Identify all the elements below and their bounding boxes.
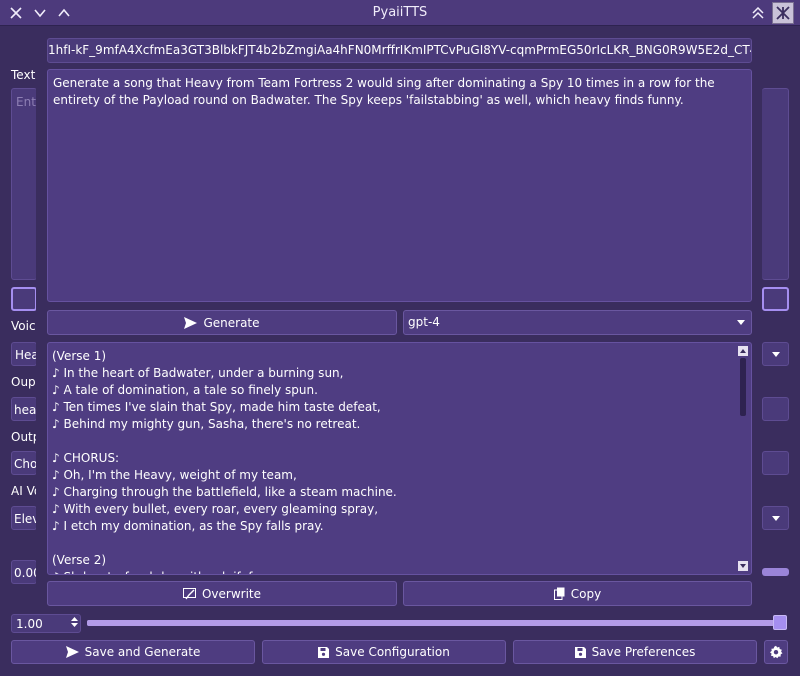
model-select[interactable]: gpt-4: [403, 310, 752, 335]
copy-button-label: Copy: [570, 586, 602, 601]
model-select-value: gpt-4: [408, 315, 440, 329]
number-input[interactable]: 0.00: [11, 560, 38, 584]
floppy-disk-icon: [574, 646, 586, 658]
text-input-right-edge[interactable]: [762, 88, 789, 280]
output-line: ♪ Ten times I've slain that Spy, made hi…: [52, 400, 381, 414]
speed-slider-fill: [87, 620, 787, 626]
output-line: ♪ CHORUS:: [52, 451, 120, 465]
output-line: ♪ Behind my mighty gun, Sasha, there's n…: [52, 417, 361, 431]
scroll-up-arrow-icon[interactable]: [738, 346, 748, 356]
output-type-select[interactable]: Cho: [11, 451, 37, 475]
overwrite-button-label: Overwrite: [201, 586, 262, 601]
title-bar: PyaiiTTS: [0, 0, 800, 26]
focused-field-right[interactable]: [762, 287, 789, 311]
generate-button-label: Generate: [203, 315, 260, 330]
chevron-down-icon: [772, 352, 780, 357]
output-line: ♪ A tale of domination, a tale so finely…: [52, 383, 318, 397]
generate-button[interactable]: Generate: [47, 310, 397, 335]
focused-field-left[interactable]: [11, 287, 37, 311]
generated-output-text[interactable]: (Verse 1) ♪ In the heart of Badwater, und…: [47, 342, 752, 575]
speed-slider[interactable]: [87, 620, 787, 626]
send-icon: [184, 316, 198, 329]
ai-voice-value: Elev: [14, 512, 38, 526]
gear-icon: [770, 645, 783, 659]
chevron-down-icon: [737, 320, 745, 325]
save-and-generate-button[interactable]: Save and Generate: [11, 640, 255, 664]
copy-button[interactable]: Copy: [403, 581, 752, 606]
output-filename-input-right[interactable]: [762, 397, 789, 421]
output-filename-value: heav: [14, 403, 38, 417]
api-key-input[interactable]: 1hfI-kF_9mfA4XcfmEa3GT3BlbkFJT4b2bZmgiAa…: [47, 38, 752, 63]
send-icon: [65, 646, 79, 658]
prompt-input[interactable]: Generate a song that Heavy from Team For…: [47, 69, 752, 302]
output-line: ♪ I etch my domination, as the Spy falls…: [52, 519, 324, 533]
edit-icon: [182, 587, 196, 599]
text-input-left-edge[interactable]: Ente: [11, 88, 43, 280]
save-preferences-button[interactable]: Save Preferences: [513, 640, 757, 664]
voice-select-dropdown[interactable]: [762, 342, 789, 366]
copy-icon: [553, 587, 565, 600]
save-preferences-label: Save Preferences: [591, 645, 696, 659]
floppy-disk-icon: [318, 646, 330, 658]
output-line: ♪ Sh-h-- -t-- f---- b-h-- --ith -- k-if-…: [52, 569, 733, 574]
output-filename-input[interactable]: heav: [11, 397, 38, 421]
settings-button[interactable]: [764, 640, 788, 664]
save-configuration-label: Save Configuration: [335, 645, 450, 659]
slider-right-edge[interactable]: [762, 568, 789, 576]
chatgpt-dialog: 1hfI-kF_9mfA4XcfmEa3GT3BlbkFJT4b2bZmgiAa…: [36, 27, 762, 609]
output-line: ♪ With every bullet, every roar, every g…: [52, 502, 379, 516]
double-chevron-up-icon[interactable]: [748, 3, 768, 23]
output-line: ♪ In the heart of Badwater, under a burn…: [52, 366, 344, 380]
voice-select-value: Hea: [15, 348, 37, 362]
output-type-select-right[interactable]: [762, 451, 789, 475]
output-type-value: Cho: [14, 457, 38, 471]
output-lines: (Verse 1) ♪ In the heart of Badwater, und…: [52, 348, 733, 574]
output-label: Oup: [11, 375, 36, 389]
ai-voice-select-dropdown[interactable]: [762, 506, 789, 530]
voice-select[interactable]: Hea: [11, 342, 37, 366]
speed-slider-handle[interactable]: [773, 615, 787, 630]
save-configuration-button[interactable]: Save Configuration: [262, 640, 506, 664]
scroll-down-arrow-icon[interactable]: [738, 561, 748, 571]
overwrite-button[interactable]: Overwrite: [47, 581, 397, 606]
window-title: PyaiiTTS: [372, 5, 428, 20]
output-line: (Verse 2): [52, 553, 107, 567]
app-logo-icon: [772, 2, 794, 24]
spin-down-icon[interactable]: [71, 622, 78, 628]
scroll-thumb[interactable]: [740, 358, 746, 416]
save-and-generate-label: Save and Generate: [84, 645, 201, 659]
speed-value: 1.00: [16, 617, 43, 631]
ai-voice-select[interactable]: Elev: [11, 506, 38, 530]
output-scrollbar[interactable]: [736, 344, 750, 573]
output-line: ♪ Oh, I'm the Heavy, weight of my team,: [52, 468, 297, 482]
number-input-value: 0.00: [14, 566, 38, 580]
output-line: (Verse 1): [52, 349, 107, 363]
output-line: ♪ Charging through the battlefield, like…: [52, 485, 397, 499]
chevron-down-icon: [772, 516, 780, 521]
speed-spinbox[interactable]: 1.00: [11, 614, 81, 633]
